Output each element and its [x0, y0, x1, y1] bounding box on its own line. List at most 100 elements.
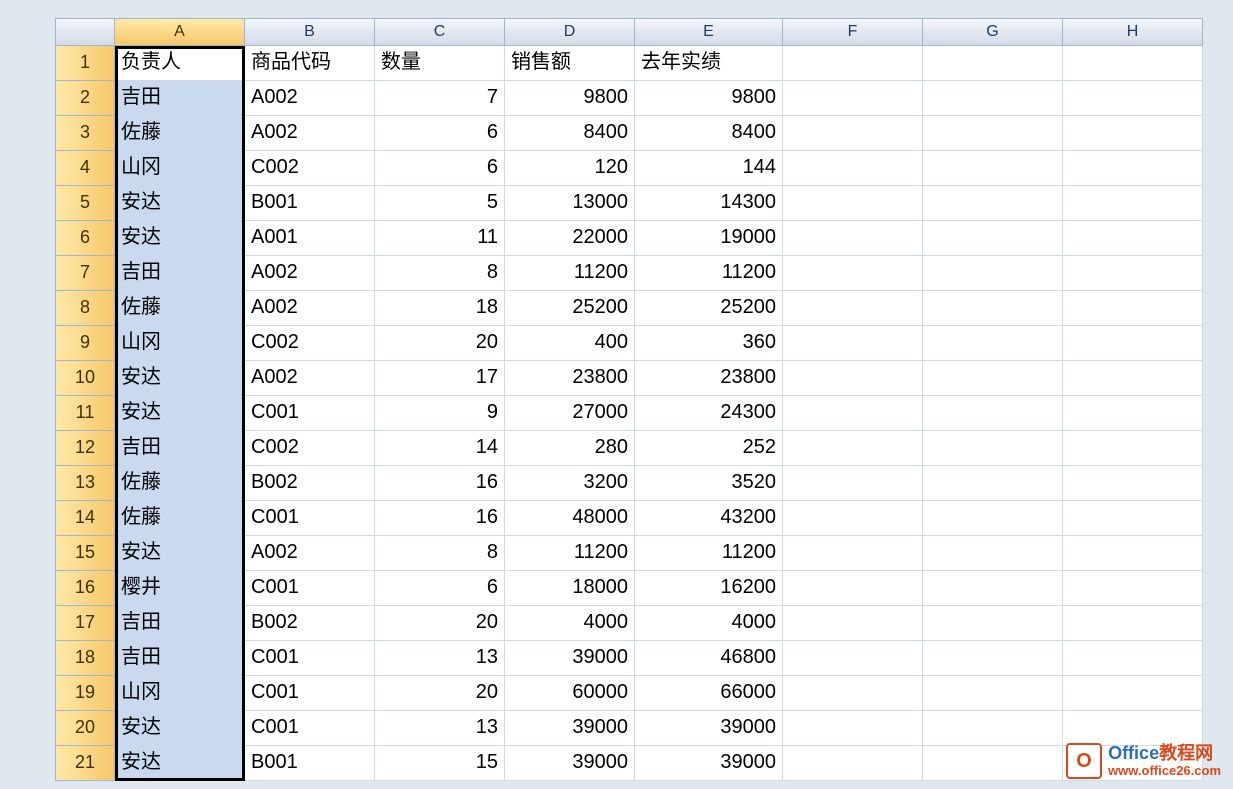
cell-G[interactable]	[923, 221, 1063, 256]
cell-C[interactable]: 20	[375, 676, 505, 711]
cell-D[interactable]: 22000	[505, 221, 635, 256]
cell-G[interactable]	[923, 46, 1063, 81]
cell-G[interactable]	[923, 116, 1063, 151]
cell-A[interactable]: 安达	[115, 711, 245, 746]
row-header-4[interactable]: 4	[55, 151, 115, 186]
cell-B[interactable]: C002	[245, 431, 375, 466]
cell-D[interactable]: 25200	[505, 291, 635, 326]
cell-C[interactable]: 9	[375, 396, 505, 431]
cell-E[interactable]: 11200	[635, 256, 783, 291]
cell-E[interactable]: 4000	[635, 606, 783, 641]
cell-C[interactable]: 18	[375, 291, 505, 326]
cell-G[interactable]	[923, 746, 1063, 781]
cell-C[interactable]: 数量	[375, 46, 505, 81]
row-header-12[interactable]: 12	[55, 431, 115, 466]
select-all-corner[interactable]	[55, 18, 115, 46]
cell-A[interactable]: 负责人	[115, 46, 245, 81]
cell-D[interactable]: 13000	[505, 186, 635, 221]
cell-H[interactable]	[1063, 641, 1203, 676]
cell-H[interactable]	[1063, 571, 1203, 606]
cell-F[interactable]	[783, 186, 923, 221]
cell-G[interactable]	[923, 326, 1063, 361]
column-header-H[interactable]: H	[1063, 18, 1203, 46]
cell-D[interactable]: 27000	[505, 396, 635, 431]
cell-H[interactable]	[1063, 536, 1203, 571]
column-header-A[interactable]: A	[115, 18, 245, 46]
cell-A[interactable]: 安达	[115, 396, 245, 431]
cell-C[interactable]: 20	[375, 606, 505, 641]
cell-H[interactable]	[1063, 431, 1203, 466]
cell-F[interactable]	[783, 221, 923, 256]
cell-C[interactable]: 13	[375, 641, 505, 676]
cell-H[interactable]	[1063, 151, 1203, 186]
cell-E[interactable]: 3520	[635, 466, 783, 501]
cell-B[interactable]: B002	[245, 466, 375, 501]
cell-E[interactable]: 24300	[635, 396, 783, 431]
cell-C[interactable]: 13	[375, 711, 505, 746]
cell-E[interactable]: 39000	[635, 711, 783, 746]
cell-G[interactable]	[923, 466, 1063, 501]
cell-G[interactable]	[923, 256, 1063, 291]
cell-E[interactable]: 去年实绩	[635, 46, 783, 81]
cell-H[interactable]	[1063, 116, 1203, 151]
cell-F[interactable]	[783, 676, 923, 711]
cell-D[interactable]: 60000	[505, 676, 635, 711]
cell-E[interactable]: 25200	[635, 291, 783, 326]
cell-D[interactable]: 120	[505, 151, 635, 186]
cell-A[interactable]: 佐藤	[115, 501, 245, 536]
cell-D[interactable]: 销售额	[505, 46, 635, 81]
cell-H[interactable]	[1063, 291, 1203, 326]
cell-B[interactable]: C001	[245, 396, 375, 431]
cell-D[interactable]: 11200	[505, 256, 635, 291]
cell-B[interactable]: C002	[245, 151, 375, 186]
cell-G[interactable]	[923, 186, 1063, 221]
cell-F[interactable]	[783, 711, 923, 746]
cell-G[interactable]	[923, 571, 1063, 606]
cell-G[interactable]	[923, 676, 1063, 711]
cell-D[interactable]: 39000	[505, 641, 635, 676]
cell-G[interactable]	[923, 361, 1063, 396]
cell-G[interactable]	[923, 501, 1063, 536]
row-header-19[interactable]: 19	[55, 676, 115, 711]
cell-D[interactable]: 11200	[505, 536, 635, 571]
cell-E[interactable]: 252	[635, 431, 783, 466]
cell-A[interactable]: 樱井	[115, 571, 245, 606]
cell-H[interactable]	[1063, 606, 1203, 641]
cell-C[interactable]: 14	[375, 431, 505, 466]
cell-C[interactable]: 6	[375, 571, 505, 606]
cell-E[interactable]: 144	[635, 151, 783, 186]
cell-F[interactable]	[783, 291, 923, 326]
cell-A[interactable]: 佐藤	[115, 466, 245, 501]
row-header-21[interactable]: 21	[55, 746, 115, 781]
cell-G[interactable]	[923, 291, 1063, 326]
cell-A[interactable]: 吉田	[115, 606, 245, 641]
cell-F[interactable]	[783, 361, 923, 396]
column-header-D[interactable]: D	[505, 18, 635, 46]
cell-D[interactable]: 280	[505, 431, 635, 466]
row-header-8[interactable]: 8	[55, 291, 115, 326]
cell-H[interactable]	[1063, 711, 1203, 746]
cell-B[interactable]: A002	[245, 116, 375, 151]
row-header-13[interactable]: 13	[55, 466, 115, 501]
cell-G[interactable]	[923, 536, 1063, 571]
cell-D[interactable]: 9800	[505, 81, 635, 116]
cell-B[interactable]: A001	[245, 221, 375, 256]
cell-D[interactable]: 39000	[505, 746, 635, 781]
cell-C[interactable]: 6	[375, 116, 505, 151]
cell-H[interactable]	[1063, 186, 1203, 221]
cell-C[interactable]: 8	[375, 536, 505, 571]
cell-B[interactable]: C001	[245, 571, 375, 606]
cell-H[interactable]	[1063, 326, 1203, 361]
cell-A[interactable]: 吉田	[115, 81, 245, 116]
cell-E[interactable]: 360	[635, 326, 783, 361]
cell-B[interactable]: B001	[245, 746, 375, 781]
cell-E[interactable]: 23800	[635, 361, 783, 396]
row-header-15[interactable]: 15	[55, 536, 115, 571]
cell-G[interactable]	[923, 151, 1063, 186]
cell-A[interactable]: 佐藤	[115, 116, 245, 151]
row-header-16[interactable]: 16	[55, 571, 115, 606]
row-header-5[interactable]: 5	[55, 186, 115, 221]
cell-A[interactable]: 山冈	[115, 676, 245, 711]
cell-H[interactable]	[1063, 256, 1203, 291]
cell-B[interactable]: A002	[245, 81, 375, 116]
